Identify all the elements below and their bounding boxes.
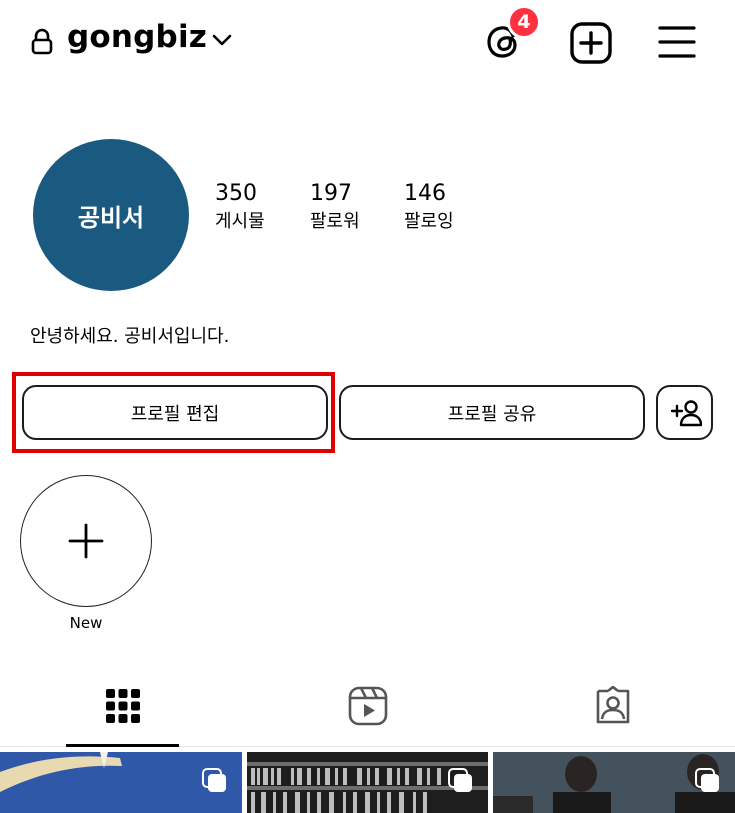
plus-icon [68, 523, 104, 559]
stat-label: 팔로워 [310, 211, 360, 232]
reels-icon [348, 686, 387, 726]
notification-badge: 4 [507, 5, 541, 39]
stat-following[interactable]: 146 팔로잉 [404, 181, 454, 235]
stat-label: 팔로잉 [404, 211, 454, 232]
stat-value: 146 [404, 181, 446, 206]
post-thumbnail[interactable] [0, 752, 242, 813]
tab-grid[interactable] [66, 684, 179, 728]
post-thumbnail[interactable] [493, 752, 735, 813]
stat-followers[interactable]: 197 팔로워 [310, 181, 360, 235]
bio: 안녕하세요. 공비서입니다. [30, 326, 230, 347]
multiple-posts-icon [448, 768, 472, 792]
menu-icon[interactable] [657, 22, 697, 62]
discover-people-button[interactable] [656, 385, 713, 440]
edit-profile-button[interactable]: 프로필 편집 [22, 385, 328, 440]
grid-icon [105, 689, 140, 723]
stat-value: 197 [310, 181, 352, 206]
active-tab-indicator [66, 744, 179, 747]
post-thumbnail[interactable] [247, 752, 488, 813]
multiple-posts-icon [202, 768, 226, 792]
stat-posts[interactable]: 350 게시물 [215, 181, 265, 235]
add-person-icon [670, 399, 702, 426]
tagged-icon [596, 686, 629, 724]
stat-value: 350 [215, 181, 257, 206]
new-highlight-button[interactable] [20, 475, 152, 607]
lock-icon [31, 28, 53, 55]
new-highlight-label: New [69, 614, 103, 632]
stat-label: 게시물 [215, 211, 265, 232]
avatar[interactable]: 공비서 [33, 139, 189, 291]
share-profile-button[interactable]: 프로필 공유 [339, 385, 645, 440]
multiple-posts-icon [695, 768, 719, 792]
tab-tagged[interactable] [556, 684, 669, 728]
tab-reels[interactable] [311, 684, 424, 728]
chevron-down-icon[interactable] [210, 31, 234, 49]
username[interactable]: gongbiz [67, 19, 207, 55]
create-post-icon[interactable] [569, 21, 613, 65]
